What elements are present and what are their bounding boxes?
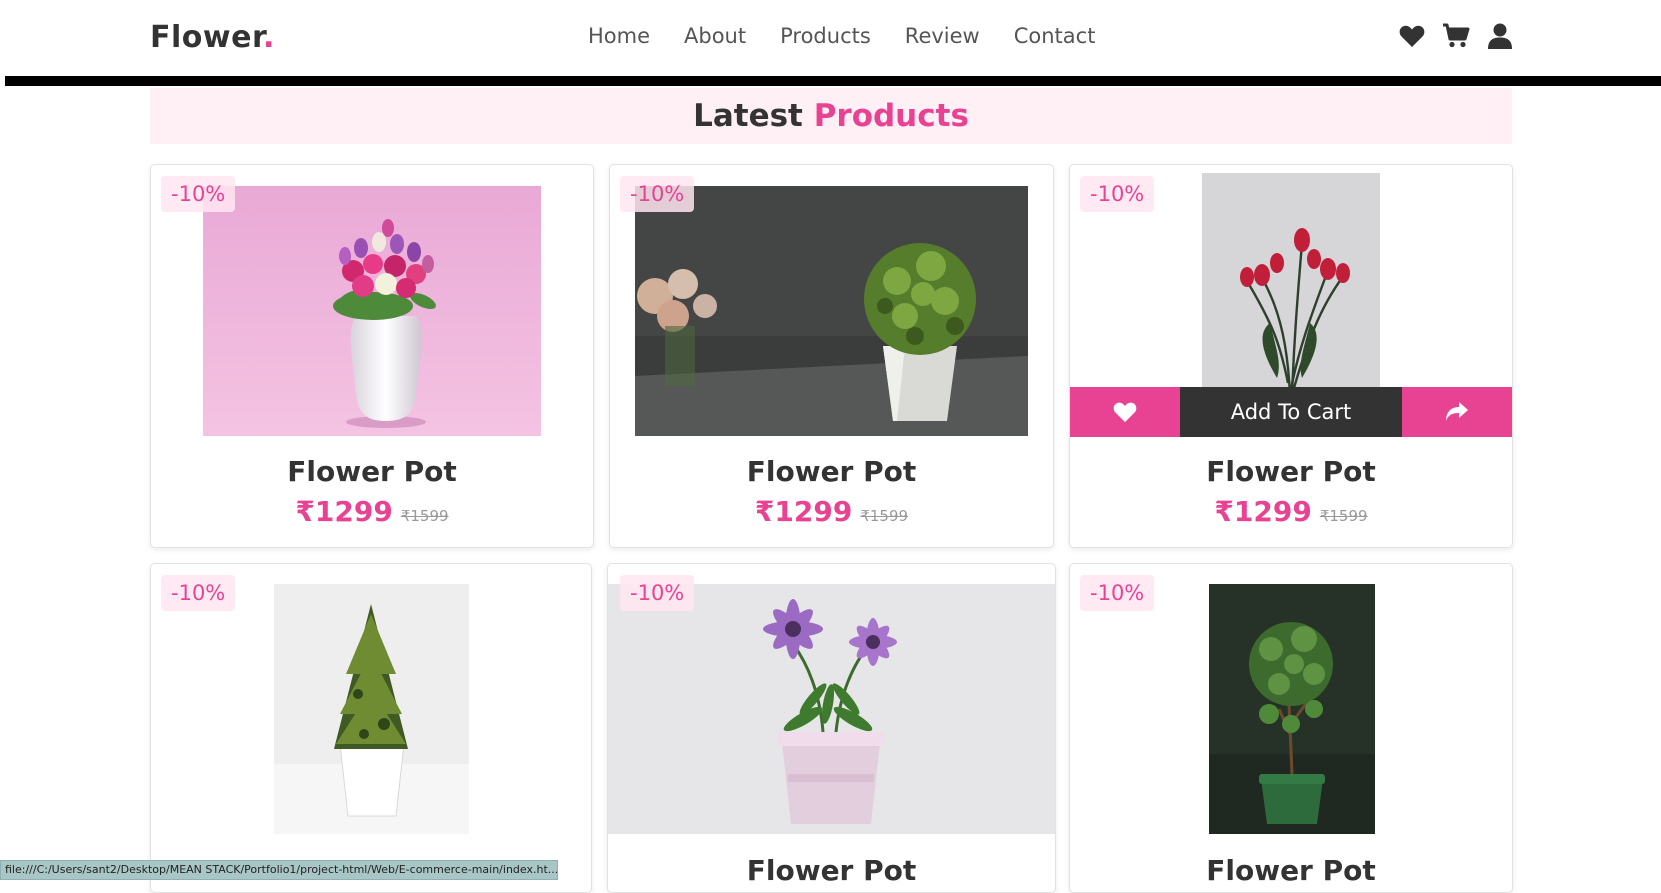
product-title: Flower Pot: [1206, 854, 1376, 887]
add-to-cart-button[interactable]: Add To Cart: [1180, 387, 1402, 437]
heading-prefix: Latest: [693, 98, 803, 134]
product-card[interactable]: -10% Flower Pot ₹1299 ₹1599: [150, 164, 594, 548]
price-old: ₹1599: [1319, 507, 1368, 525]
wishlist-button[interactable]: [1070, 387, 1180, 437]
user-icon[interactable]: [1486, 22, 1514, 50]
discount-badge: -10%: [161, 176, 236, 212]
logo-dot: .: [262, 20, 275, 55]
heart-icon: [1113, 402, 1137, 423]
heart-icon[interactable]: [1398, 22, 1426, 50]
product-card[interactable]: -10% Add To Cart Flower Pot ₹1299 ₹1599: [1069, 164, 1513, 548]
price-current: ₹1299: [1214, 495, 1312, 528]
logo-text: Flower: [150, 20, 263, 55]
nav-products[interactable]: Products: [780, 24, 871, 48]
product-image: [1202, 173, 1380, 395]
discount-badge: -10%: [161, 575, 236, 611]
header-divider: [5, 76, 1661, 86]
product-image: [274, 584, 469, 834]
product-card[interactable]: -10%: [150, 563, 592, 893]
product-card[interactable]: -10% Flower Pot: [1069, 563, 1513, 893]
cart-icon[interactable]: [1442, 22, 1470, 50]
discount-badge: -10%: [1080, 575, 1155, 611]
product-card[interactable]: -10% Flower Pot ₹1299 ₹1599: [609, 164, 1054, 548]
product-image: [1209, 584, 1375, 834]
price-current: ₹1299: [295, 495, 393, 528]
discount-badge: -10%: [620, 575, 695, 611]
product-title: Flower Pot: [746, 854, 917, 887]
product-image: [635, 186, 1028, 436]
product-price: ₹1299 ₹1599: [610, 495, 1053, 528]
product-image: [203, 186, 541, 436]
product-card[interactable]: -10% Flower Pot: [607, 563, 1056, 893]
product-title: Flower Pot: [287, 455, 457, 488]
product-price: ₹1299 ₹1599: [151, 495, 593, 528]
nav-home[interactable]: Home: [588, 24, 650, 48]
price-current: ₹1299: [754, 495, 853, 528]
heading-accent: Products: [813, 98, 969, 134]
header-icons: [1398, 22, 1514, 50]
share-button[interactable]: [1402, 387, 1512, 437]
hover-action-bar: Add To Cart: [1070, 387, 1512, 437]
site-header: Flower. Home About Products Review Conta…: [0, 0, 1661, 80]
discount-badge: -10%: [1080, 176, 1155, 212]
product-image: [608, 584, 1055, 834]
price-old: ₹1599: [400, 507, 449, 525]
main-nav: Home About Products Review Contact: [588, 24, 1095, 48]
nav-review[interactable]: Review: [905, 24, 980, 48]
logo[interactable]: Flower.: [150, 20, 275, 55]
nav-contact[interactable]: Contact: [1014, 24, 1096, 48]
product-price: ₹1299 ₹1599: [1070, 495, 1512, 528]
price-old: ₹1599: [860, 507, 909, 525]
section-heading: Latest Products: [150, 88, 1512, 144]
discount-badge: -10%: [620, 176, 695, 212]
share-icon: [1446, 402, 1468, 421]
product-title: Flower Pot: [1206, 455, 1376, 488]
nav-about[interactable]: About: [684, 24, 746, 48]
browser-status-bar: file:///C:/Users/sant2/Desktop/MEAN STAC…: [0, 860, 558, 880]
product-title: Flower Pot: [746, 455, 917, 488]
